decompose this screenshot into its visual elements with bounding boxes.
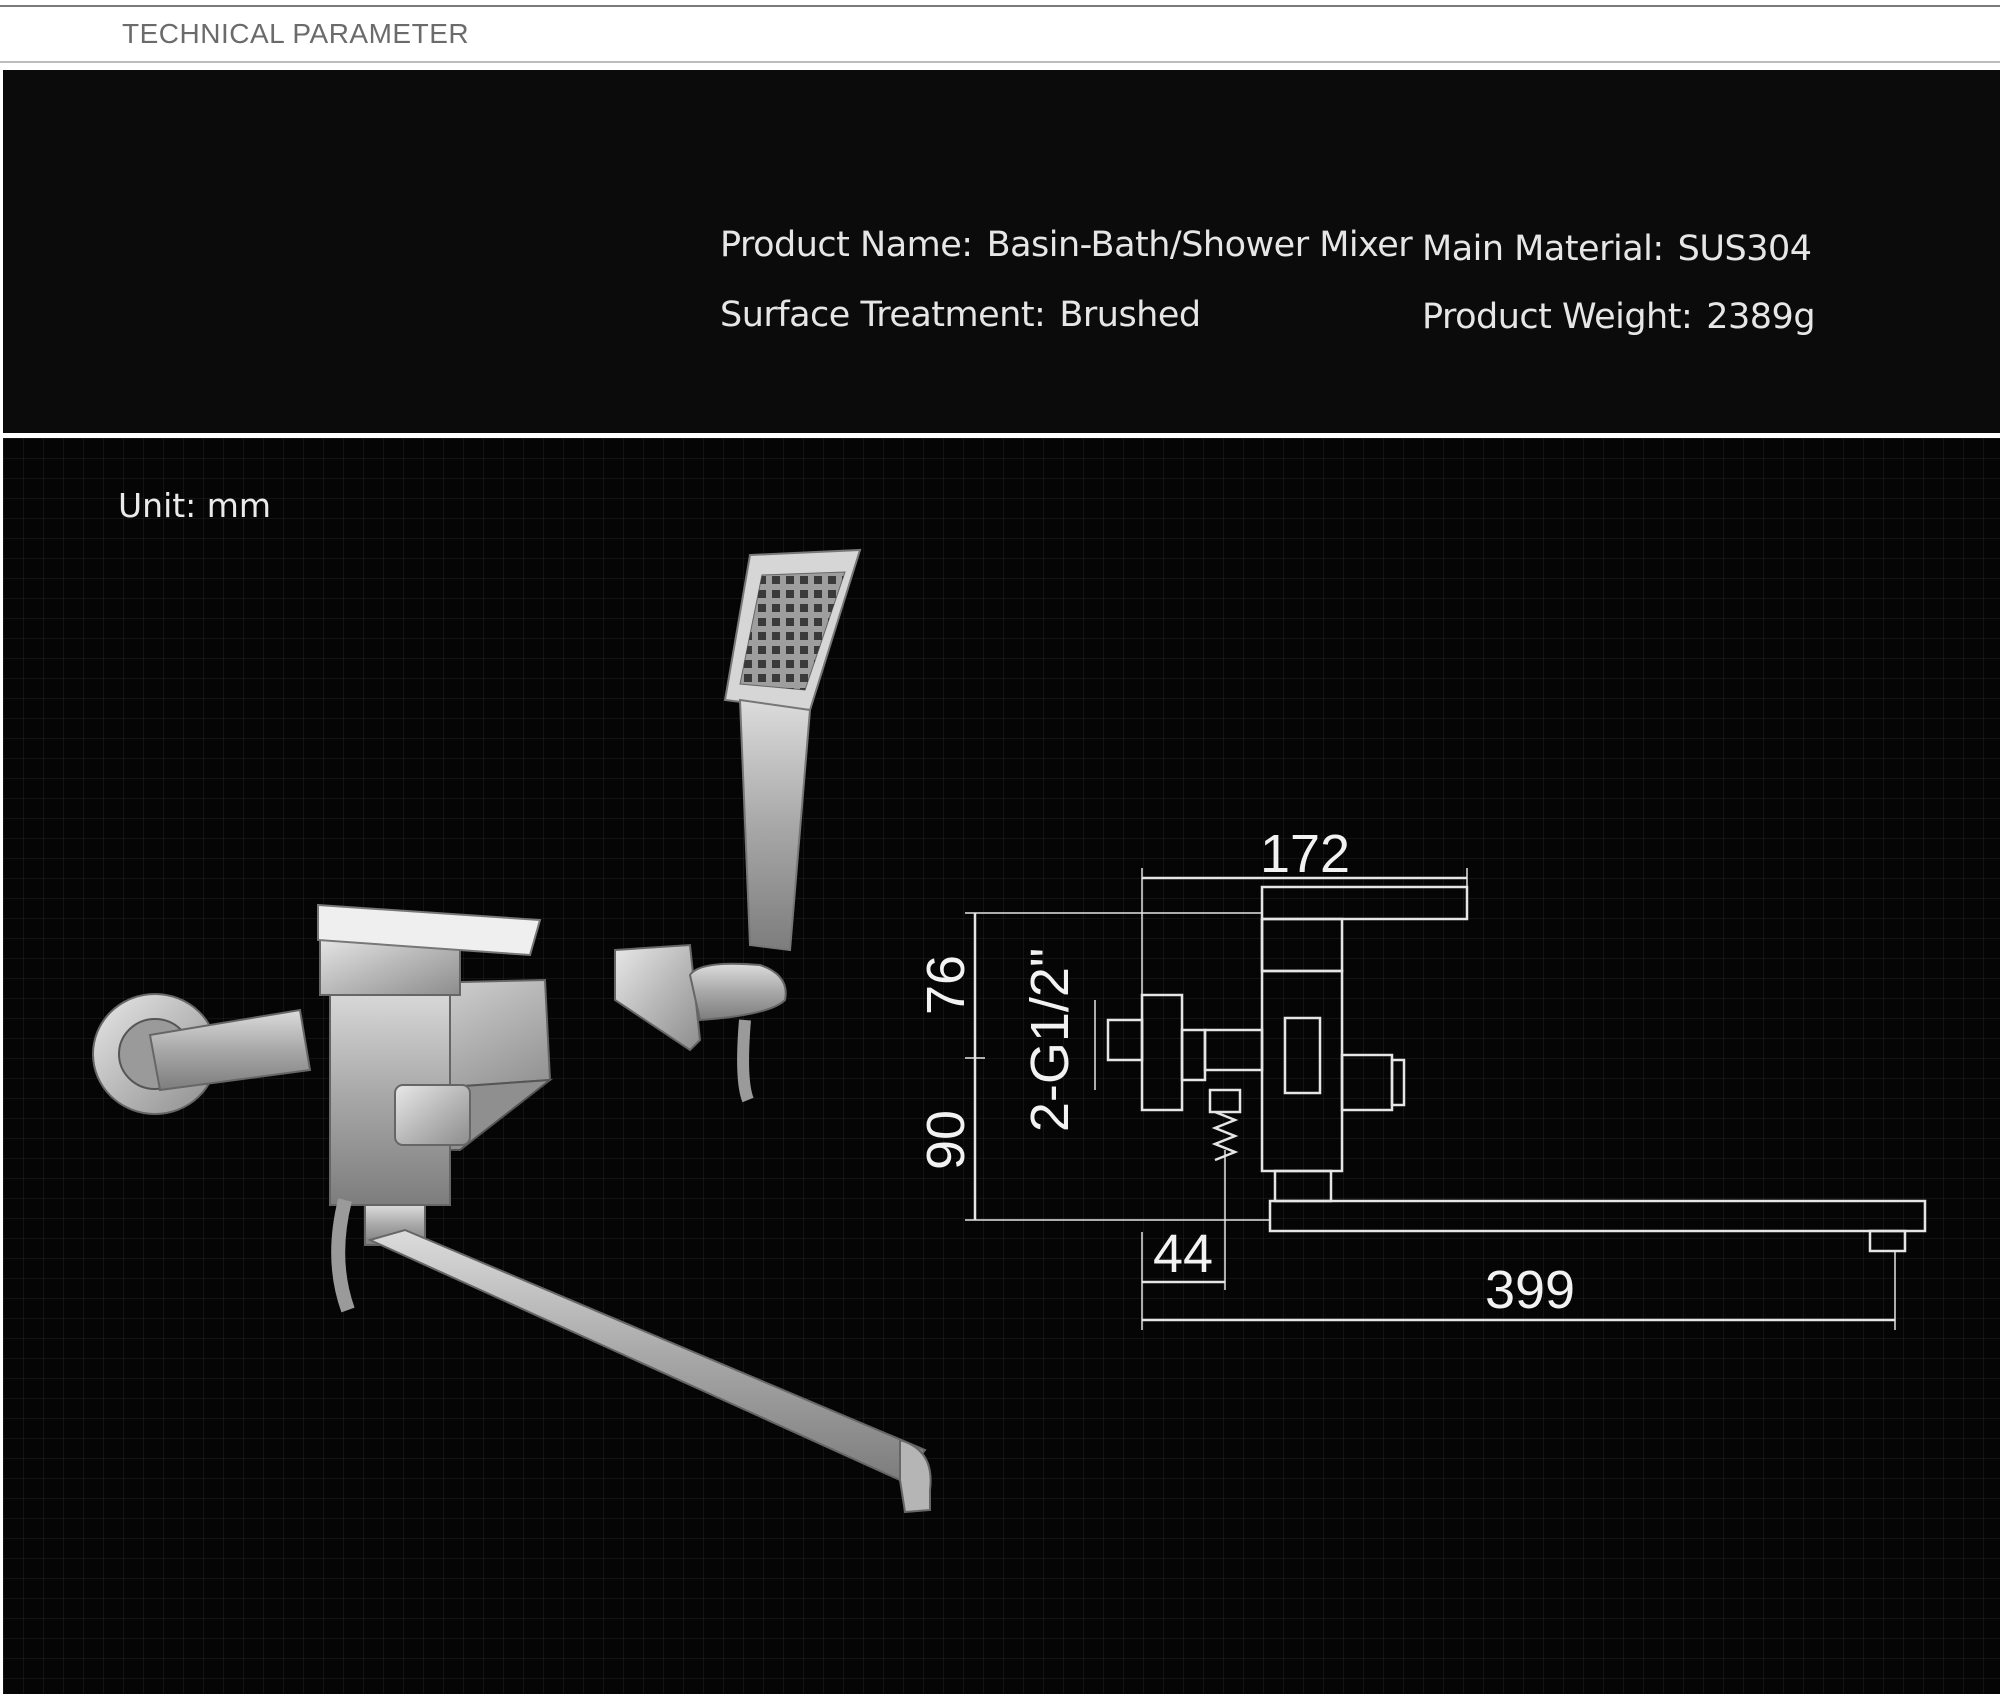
drawing-inlet xyxy=(1106,1018,1144,1062)
dim-90: 90 xyxy=(916,1110,976,1170)
drawing-knob-cap xyxy=(1390,1058,1406,1107)
faucet-photo xyxy=(92,548,932,1514)
dim-thread: 2-G1/2" xyxy=(1020,948,1080,1132)
drawing-spout xyxy=(1268,1199,1927,1233)
spout xyxy=(367,1228,927,1482)
hose-upper xyxy=(737,1019,754,1103)
spout-tip xyxy=(899,1438,932,1514)
shower-hose xyxy=(331,1198,355,1313)
dim-44: 44 xyxy=(1153,1224,1213,1284)
drawing-body xyxy=(1260,969,1344,1173)
technical-illustration: 172 76 90 2-G1/2" 44 399 xyxy=(92,548,1927,1514)
shower-holder xyxy=(614,943,702,1052)
drawing-lever xyxy=(1260,885,1469,921)
diverter-knob xyxy=(394,1084,471,1146)
drawing-hose-nut xyxy=(1208,1088,1242,1114)
drawing-arm xyxy=(1203,1028,1264,1072)
dim-399: 399 xyxy=(1485,1260,1575,1320)
dim-76: 76 xyxy=(916,955,976,1015)
drawing-eccentric xyxy=(1180,1028,1207,1082)
dimension-drawing xyxy=(965,868,1927,1330)
drawing-aerator xyxy=(1868,1229,1907,1253)
holder-swivel xyxy=(688,962,787,1022)
page: TECHNICAL PARAMETER Product Name: Basin-B… xyxy=(0,0,2000,1696)
drawing-flange xyxy=(1140,993,1184,1112)
hand-shower-handle xyxy=(738,698,812,952)
drawing-spout-nut xyxy=(1273,1169,1333,1203)
drawing-hex xyxy=(1283,1016,1322,1095)
dim-172: 172 xyxy=(1260,824,1350,884)
drawing-diverter-knob xyxy=(1340,1053,1394,1112)
drawing-cartridge xyxy=(1260,917,1344,973)
